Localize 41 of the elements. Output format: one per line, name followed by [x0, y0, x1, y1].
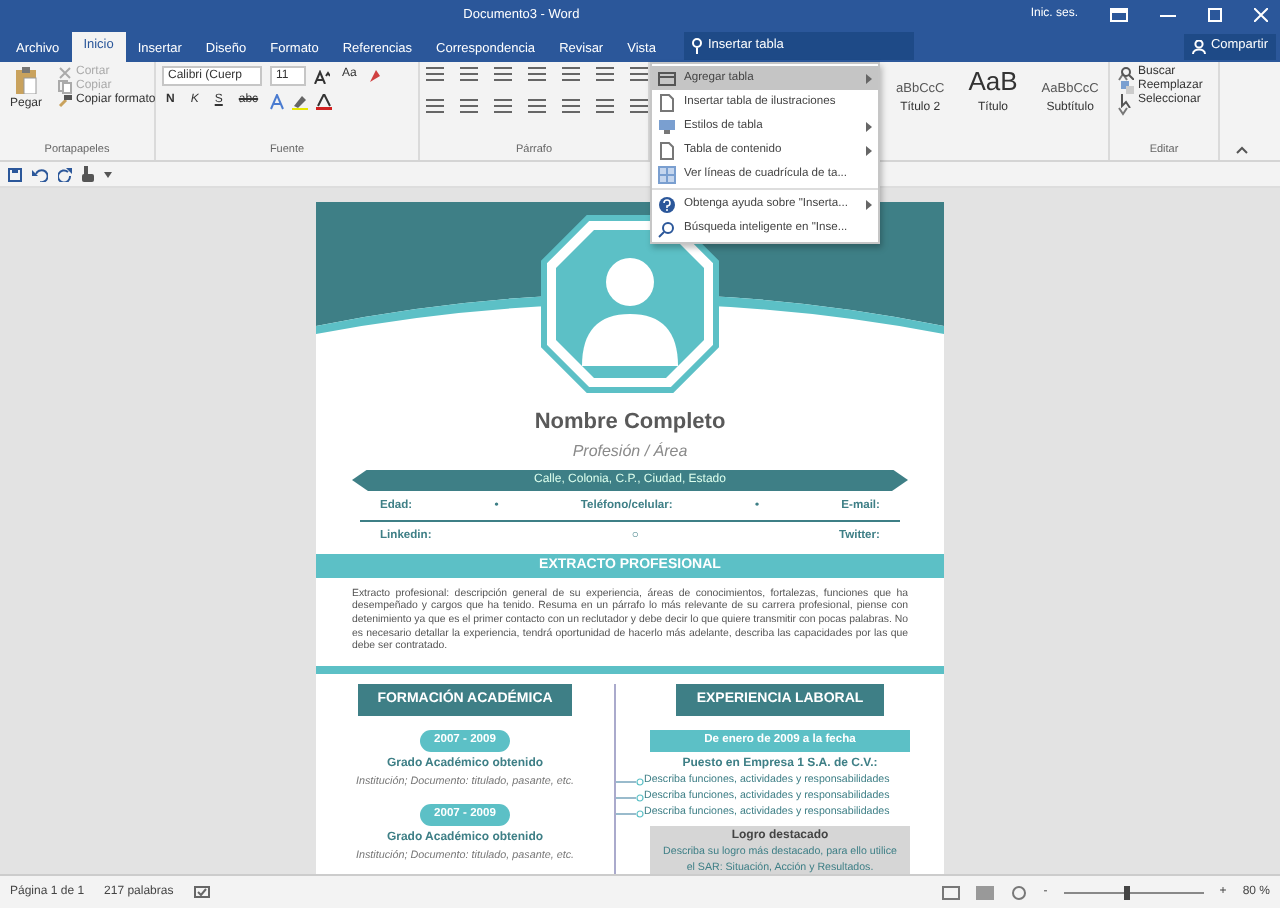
gallery-scroll-icon[interactable]	[1118, 71, 1129, 116]
search-icon	[1120, 66, 1134, 81]
cursor-icon	[1120, 94, 1134, 109]
full-name: Nombre Completo	[532, 408, 728, 438]
text-effects-icon[interactable]	[270, 94, 285, 110]
collapse-ribbon-icon[interactable]	[1236, 146, 1248, 154]
zoom-slider-thumb[interactable]	[1123, 885, 1130, 899]
gridlines-icon	[658, 165, 676, 183]
web-layout-icon[interactable]	[1009, 885, 1028, 899]
maximize-icon[interactable]	[1208, 8, 1223, 22]
ribbon-display-icon[interactable]	[1110, 8, 1129, 22]
clear-format-icon[interactable]	[368, 68, 383, 84]
align-left-icon[interactable]	[426, 98, 444, 114]
profession: Profesión / Área	[570, 439, 690, 463]
customize-caret-icon[interactable]	[104, 171, 112, 177]
bullet-leader-icon	[616, 794, 644, 803]
highlighter-icon[interactable]	[292, 94, 309, 110]
hand-icon[interactable]	[82, 166, 94, 182]
justify-icon[interactable]	[528, 98, 546, 114]
grow-font-icon[interactable]	[314, 69, 330, 83]
bullet-leader-icon	[616, 778, 644, 787]
read-mode-icon[interactable]	[941, 885, 960, 899]
replace-icon	[1120, 80, 1134, 95]
person-icon	[1192, 39, 1207, 53]
lightbulb-icon	[691, 38, 702, 54]
close-icon[interactable]	[1254, 8, 1269, 22]
copy-icon	[58, 80, 73, 95]
help-icon	[658, 195, 676, 213]
table-icon	[658, 69, 676, 87]
search-icon	[658, 219, 676, 237]
undo-icon[interactable]	[32, 167, 48, 181]
brush-icon	[58, 94, 73, 109]
scissors-icon	[58, 66, 73, 81]
table-style-icon	[658, 117, 676, 135]
save-icon[interactable]	[8, 167, 22, 181]
bullet-leader-icon	[616, 810, 644, 819]
document-icon	[658, 141, 676, 159]
redo-icon[interactable]	[58, 167, 72, 181]
proofing-icon[interactable]	[193, 885, 210, 899]
print-layout-icon[interactable]	[975, 885, 994, 899]
font-color-icon[interactable]	[316, 94, 333, 110]
